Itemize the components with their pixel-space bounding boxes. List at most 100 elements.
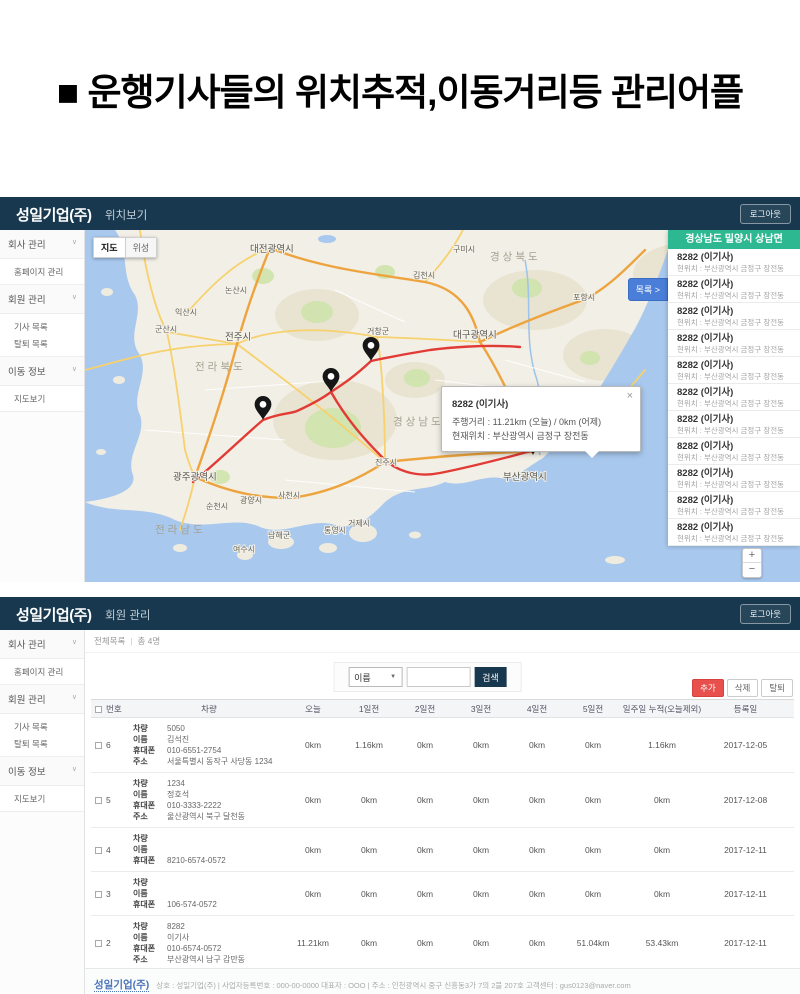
- name-value: 정호석: [167, 789, 189, 800]
- sidebar-item-company-admin[interactable]: 회사 관리 ∨: [0, 230, 84, 259]
- list-item-title: 8282 (이기사): [677, 441, 791, 453]
- add-button[interactable]: 추가: [692, 679, 724, 697]
- tooltip-location: 현재위치 : 부산광역시 금정구 장전동: [452, 429, 630, 443]
- page-title: ■ 운행기사들의 위치추적,이동거리등 관리어플: [0, 62, 800, 116]
- table-row: 4 차량 이름 휴대폰8210-6574-0572 0km 0km 0km 0k…: [91, 828, 794, 872]
- row-checkbox[interactable]: [95, 891, 102, 898]
- logout-button[interactable]: 로그아웃: [740, 604, 791, 624]
- list-item-title: 8282 (이기사): [677, 495, 791, 507]
- sidebar-item-homepage-admin[interactable]: 홈페이지 관리: [0, 663, 84, 680]
- page: ■ 운행기사들의 위치추적,이동거리등 관리어플 성일기업(주) 위치보기 로그…: [0, 0, 800, 994]
- brand-logo[interactable]: 성일기업(주): [16, 604, 92, 625]
- panel-header: 경상남도 밀양시 상남면: [668, 230, 800, 249]
- panel-toggle-button[interactable]: 목록 >: [628, 278, 668, 301]
- search-field-select[interactable]: 이름 ▼: [348, 667, 402, 687]
- svg-text:대구광역시: 대구광역시: [453, 329, 497, 341]
- list-item[interactable]: 8282 (이기사) 현위치 : 부산광역시 금정구 장전동: [668, 330, 800, 357]
- list-item[interactable]: 8282 (이기사) 현위치 : 부산광역시 금정구 장전동: [668, 357, 800, 384]
- list-item[interactable]: 8282 (이기사) 현위치 : 부산광역시 금정구 장전동: [668, 276, 800, 303]
- chevron-down-icon: ∨: [72, 365, 77, 373]
- register-date: 2017-12-11: [703, 938, 788, 948]
- lake: [318, 235, 336, 243]
- footer-company[interactable]: 성일기업(주): [94, 979, 149, 992]
- list-item-location: 현위치 : 부산광역시 금정구 장전동: [677, 318, 791, 328]
- list-item[interactable]: 8282 (이기사) 현위치 : 부산광역시 금정구 장전동: [668, 438, 800, 465]
- list-item[interactable]: 8282 (이기사) 현위치 : 부산광역시 금정구 장전동: [668, 303, 800, 330]
- map-zoom-control: + −: [742, 548, 762, 578]
- zoom-in-button[interactable]: +: [743, 549, 761, 563]
- svg-text:경상남도: 경상남도: [393, 415, 444, 428]
- search-button[interactable]: 검색: [474, 667, 507, 687]
- map-type-map-button[interactable]: 지도: [93, 237, 126, 258]
- row-checkbox[interactable]: [95, 797, 102, 804]
- svg-text:광주광역시: 광주광역시: [173, 471, 217, 483]
- breadcrumb-count: 총 4명: [138, 636, 161, 646]
- sidebar-item-withdrawn-list[interactable]: 탈퇴 목록: [0, 735, 84, 752]
- nav-member-admin[interactable]: 회원 관리: [105, 607, 151, 623]
- sidebar-item-map-view[interactable]: 지도보기: [0, 390, 84, 407]
- map-app-screenshot: 성일기업(주) 위치보기 로그아웃 회사 관리 ∨ 홈페이지 관리 회원 관리 …: [0, 197, 800, 582]
- sidebar-item-map-view[interactable]: 지도보기: [0, 790, 84, 807]
- sidebar-item-movement-info[interactable]: 이동 정보 ∨: [0, 757, 84, 786]
- sidebar-item-withdrawn-list[interactable]: 탈퇴 목록: [0, 335, 84, 352]
- breadcrumb-all[interactable]: 전체목록: [94, 636, 125, 646]
- list-item[interactable]: 8282 (이기사) 현위치 : 부산광역시 금정구 장전동: [668, 411, 800, 438]
- list-item[interactable]: 8282 (이기사) 현위치 : 부산광역시 금정구 장전동: [668, 492, 800, 519]
- sidebar-item-company-admin[interactable]: 회사 관리 ∨: [0, 630, 84, 659]
- register-date: 2017-12-11: [703, 889, 788, 899]
- breadcrumb: 전체목록|총 4명: [85, 630, 800, 653]
- sidebar-item-homepage-admin[interactable]: 홈페이지 관리: [0, 263, 84, 280]
- footer: 성일기업(주)상호 : 성일기업(주) | 사업자등록번호 : 000-00-0…: [85, 968, 800, 994]
- brand-logo[interactable]: 성일기업(주): [16, 204, 92, 225]
- list-item-location: 현위치 : 부산광역시 금정구 장전동: [677, 291, 791, 301]
- svg-text:사천시: 사천시: [278, 490, 300, 500]
- sidebar: 회사 관리 ∨ 홈페이지 관리 회원 관리 ∨ 기사 목록 탈퇴 목록 이동 정…: [0, 230, 85, 582]
- svg-text:거창군: 거창군: [367, 327, 389, 336]
- zoom-out-button[interactable]: −: [743, 563, 761, 577]
- list-item[interactable]: 8282 (이기사) 현위치 : 부산광역시 금정구 장전동: [668, 249, 800, 276]
- sidebar-item-movement-info[interactable]: 이동 정보 ∨: [0, 357, 84, 386]
- delete-button[interactable]: 삭제: [727, 679, 759, 697]
- row-checkbox[interactable]: [95, 742, 102, 749]
- search-input[interactable]: [406, 667, 470, 687]
- list-item-title: 8282 (이기사): [677, 360, 791, 372]
- row-checkbox[interactable]: [95, 940, 102, 947]
- list-item-location: 현위치 : 부산광역시 금정구 장전동: [677, 426, 791, 436]
- close-icon[interactable]: ×: [627, 390, 633, 402]
- svg-text:전라남도: 전라남도: [155, 524, 206, 536]
- list-item-location: 현위치 : 부산광역시 금정구 장전동: [677, 534, 791, 544]
- logout-button[interactable]: 로그아웃: [740, 204, 791, 224]
- name-value: 이기사: [167, 932, 189, 943]
- svg-text:통영시: 통영시: [324, 525, 346, 535]
- sidebar-item-member-admin[interactable]: 회원 관리 ∨: [0, 285, 84, 314]
- name-value: 김석진: [167, 734, 189, 745]
- row-checkbox[interactable]: [95, 847, 102, 854]
- svg-text:전주시: 전주시: [225, 332, 251, 343]
- app2-header: 성일기업(주) 회원 관리 로그아웃: [0, 597, 800, 630]
- vehicle-value: 1234: [167, 778, 185, 789]
- search-row: 이름 ▼ 검색 추가 삭제 탈퇴: [85, 653, 800, 699]
- driver-info-tooltip: 8282 (이기사) 주행거리 : 11.21km (오늘) / 0km (어제…: [441, 386, 641, 452]
- list-item[interactable]: 8282 (이기사) 현위치 : 부산광역시 금정구 장전동: [668, 384, 800, 411]
- sidebar-item-member-admin[interactable]: 회원 관리 ∨: [0, 685, 84, 714]
- select-all-checkbox[interactable]: [95, 706, 102, 713]
- table-row: 5 차량1234 이름정호석 휴대폰010-3333-2222 주소울산광역시 …: [91, 773, 794, 828]
- svg-text:광양시: 광양시: [240, 495, 262, 505]
- sidebar-item-driver-list[interactable]: 기사 목록: [0, 718, 84, 735]
- sidebar-item-driver-list[interactable]: 기사 목록: [0, 318, 84, 335]
- svg-text:부산광역시: 부산광역시: [503, 471, 547, 483]
- app2-body: 회사 관리 ∨ 홈페이지 관리 회원 관리 ∨ 기사 목록 탈퇴 목록 이동 정…: [0, 630, 800, 994]
- list-item-title: 8282 (이기사): [677, 333, 791, 345]
- list-item[interactable]: 8282 (이기사) 현위치 : 부산광역시 금정구 장전동: [668, 519, 800, 546]
- list-item[interactable]: 8282 (이기사) 현위치 : 부산광역시 금정구 장전동: [668, 465, 800, 492]
- map-type-satellite-button[interactable]: 위성: [126, 237, 158, 258]
- svg-text:논산시: 논산시: [225, 285, 247, 295]
- chevron-down-icon: ∨: [72, 238, 77, 246]
- register-date: 2017-12-11: [703, 845, 788, 855]
- panel-items: 8282 (이기사) 현위치 : 부산광역시 금정구 장전동 8282 (이기사…: [668, 249, 800, 546]
- list-item-location: 현위치 : 부산광역시 금정구 장전동: [677, 264, 791, 274]
- phone-value: 8210-6574-0572: [167, 855, 226, 866]
- withdraw-button[interactable]: 탈퇴: [761, 679, 793, 697]
- nav-location-view[interactable]: 위치보기: [105, 207, 147, 223]
- map-canvas[interactable]: 대전광역시 논산시 익산시 군산시 전주시 김천시 구미시 경상북도 대구광역시…: [85, 230, 800, 582]
